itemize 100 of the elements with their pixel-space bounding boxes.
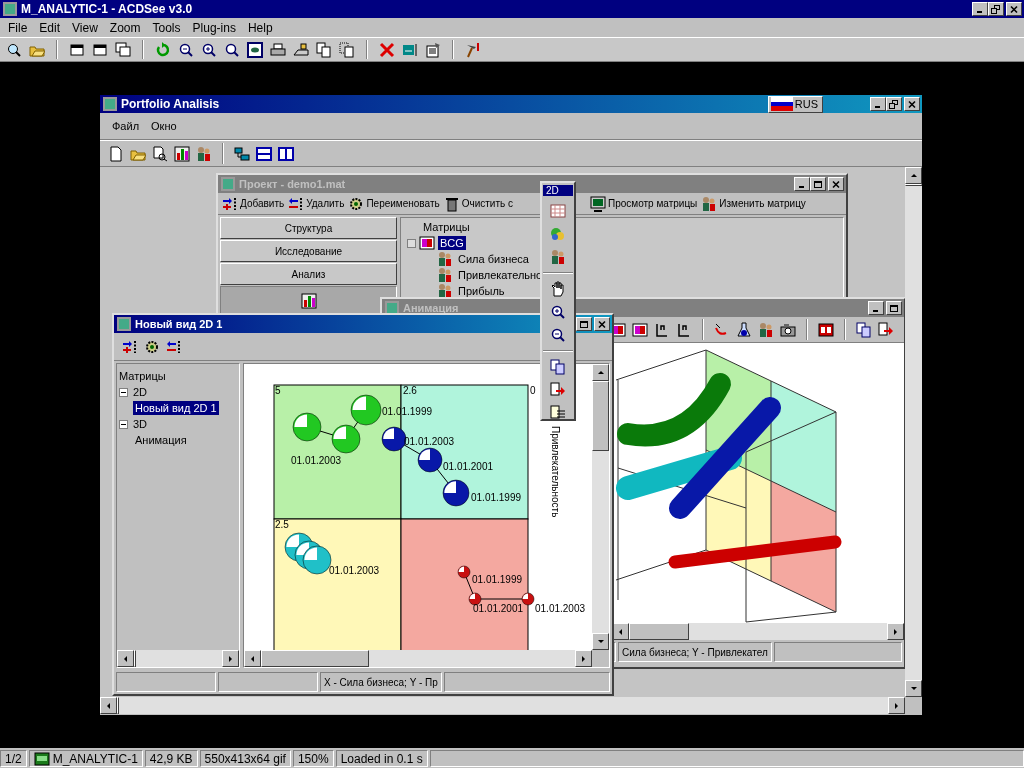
zoom-out-icon[interactable]: [550, 327, 566, 343]
scroll-arrow-button[interactable]: [592, 364, 609, 381]
hammer-icon[interactable]: [465, 41, 481, 58]
menu-item[interactable]: Help: [241, 19, 279, 36]
bracket-icon[interactable]: [654, 321, 670, 338]
split-h-icon[interactable]: [256, 145, 272, 162]
menu-item[interactable]: Edit: [33, 19, 67, 36]
copy-icon[interactable]: [316, 41, 332, 58]
toolbar-button[interactable]: Удалить: [288, 195, 345, 212]
minimize-button[interactable]: [794, 177, 810, 191]
add-arrows-icon[interactable]: [122, 338, 138, 355]
split-v-icon[interactable]: [278, 145, 294, 162]
text-field-icon[interactable]: [402, 41, 418, 58]
zoom-in-icon[interactable]: [550, 304, 566, 320]
search-document-icon[interactable]: [152, 145, 168, 162]
menu-item[interactable]: Tools: [146, 19, 187, 36]
bar-chart-icon[interactable]: [174, 145, 190, 162]
page-copy-icon[interactable]: [856, 321, 872, 338]
grid-icon[interactable]: [550, 203, 566, 219]
counter-icon[interactable]: [818, 321, 834, 338]
section-button[interactable]: Структура: [220, 217, 397, 239]
close-button[interactable]: [1006, 2, 1022, 16]
menu-item[interactable]: View: [66, 19, 104, 36]
vertical-scrollbar[interactable]: [905, 167, 922, 697]
page-arrow-icon[interactable]: [878, 321, 894, 338]
page-arrow-icon[interactable]: [550, 382, 566, 398]
tree-item[interactable]: Привлекательнс: [456, 268, 544, 282]
zoom-icon[interactable]: [224, 41, 240, 58]
hand-icon[interactable]: [550, 281, 566, 297]
horizontal-scrollbar[interactable]: [244, 650, 592, 667]
scroll-arrow-button[interactable]: [117, 650, 134, 667]
tree-item[interactable]: BCG: [438, 236, 466, 250]
cross-icon[interactable]: [379, 41, 395, 58]
tree-item[interactable]: Прибыль: [456, 284, 507, 298]
collapse-box[interactable]: [119, 387, 128, 397]
close-button[interactable]: [904, 97, 920, 111]
people-icon[interactable]: [758, 321, 774, 338]
toolbar-button[interactable]: Переименовать: [348, 195, 440, 212]
vertical-scrollbar[interactable]: [592, 364, 609, 650]
scroll-arrow-button[interactable]: [905, 167, 922, 184]
toolbar-button[interactable]: Просмотр матрицы: [590, 195, 698, 212]
form-icon[interactable]: [425, 41, 441, 58]
image-icon[interactable]: [247, 41, 263, 58]
tree-item[interactable]: 2D: [131, 385, 150, 399]
page-list-icon[interactable]: [550, 405, 566, 421]
mode-button[interactable]: 2D: [543, 185, 573, 196]
scroll-thumb[interactable]: [592, 381, 609, 451]
section-button[interactable]: Анализ: [220, 263, 397, 285]
printer-icon[interactable]: [270, 41, 286, 58]
maximize-button[interactable]: [810, 177, 826, 191]
tree-item[interactable]: Новый вид 2D 1: [133, 401, 219, 415]
minimize-button[interactable]: [870, 97, 886, 111]
bracket-icon[interactable]: [676, 321, 692, 338]
menu-item[interactable]: Окно: [151, 120, 177, 132]
language-button[interactable]: RUS: [767, 95, 823, 113]
tree-item[interactable]: Анимация: [133, 433, 189, 447]
magnifier-icon[interactable]: [6, 41, 22, 58]
tree-item[interactable]: 3D: [131, 417, 150, 431]
people-icon[interactable]: [196, 145, 212, 162]
scroll-thumb[interactable]: [629, 623, 689, 640]
scroll-arrow-button[interactable]: [888, 697, 905, 714]
section-button[interactable]: Исследование: [220, 240, 397, 262]
tree-expander[interactable]: [407, 238, 416, 248]
menu-item[interactable]: Файл: [112, 120, 140, 132]
scroll-arrow-button[interactable]: [592, 633, 609, 650]
scroll-arrow-button[interactable]: [575, 650, 592, 667]
scroll-arrow-button[interactable]: [905, 680, 922, 697]
scroll-arrow-button[interactable]: [222, 650, 239, 667]
scroll-thumb[interactable]: [261, 650, 369, 667]
flask-icon[interactable]: [736, 321, 752, 338]
windows-icon[interactable]: [115, 41, 131, 58]
zoom-in-icon[interactable]: [201, 41, 217, 58]
restore-button[interactable]: [988, 2, 1004, 16]
scroll-arrow-button[interactable]: [887, 623, 904, 640]
toolbar-button[interactable]: Добавить: [222, 195, 285, 212]
zoom-out-icon[interactable]: [178, 41, 194, 58]
scroll-thumb[interactable]: [905, 184, 922, 186]
people-icon[interactable]: [550, 249, 566, 265]
scroll-thumb[interactable]: [117, 697, 119, 714]
menu-item[interactable]: File: [2, 19, 34, 36]
maximize-button[interactable]: [886, 301, 902, 315]
scroll-thumb[interactable]: [134, 650, 136, 667]
scanner-icon[interactable]: [293, 41, 309, 58]
scroll-arrow-button[interactable]: [244, 650, 261, 667]
maximize-button[interactable]: [576, 317, 592, 331]
collapse-box[interactable]: [119, 419, 128, 429]
toolbar-button[interactable]: Очистить с: [443, 195, 513, 212]
page-copy-icon[interactable]: [550, 359, 566, 375]
close-button[interactable]: [594, 317, 610, 331]
window-icon[interactable]: [69, 41, 85, 58]
color-box-icon[interactable]: [632, 321, 648, 338]
document-icon[interactable]: [108, 145, 124, 162]
remove-arrows-icon[interactable]: [166, 338, 182, 355]
close-button[interactable]: [828, 177, 844, 191]
menu-item[interactable]: Plug-ins: [186, 19, 242, 36]
paste-icon[interactable]: [339, 41, 355, 58]
horizontal-scrollbar[interactable]: [117, 650, 239, 667]
minimize-button[interactable]: [868, 301, 884, 315]
toolbar-button[interactable]: Изменить матрицу: [701, 195, 806, 212]
gear-icon[interactable]: [144, 338, 160, 355]
